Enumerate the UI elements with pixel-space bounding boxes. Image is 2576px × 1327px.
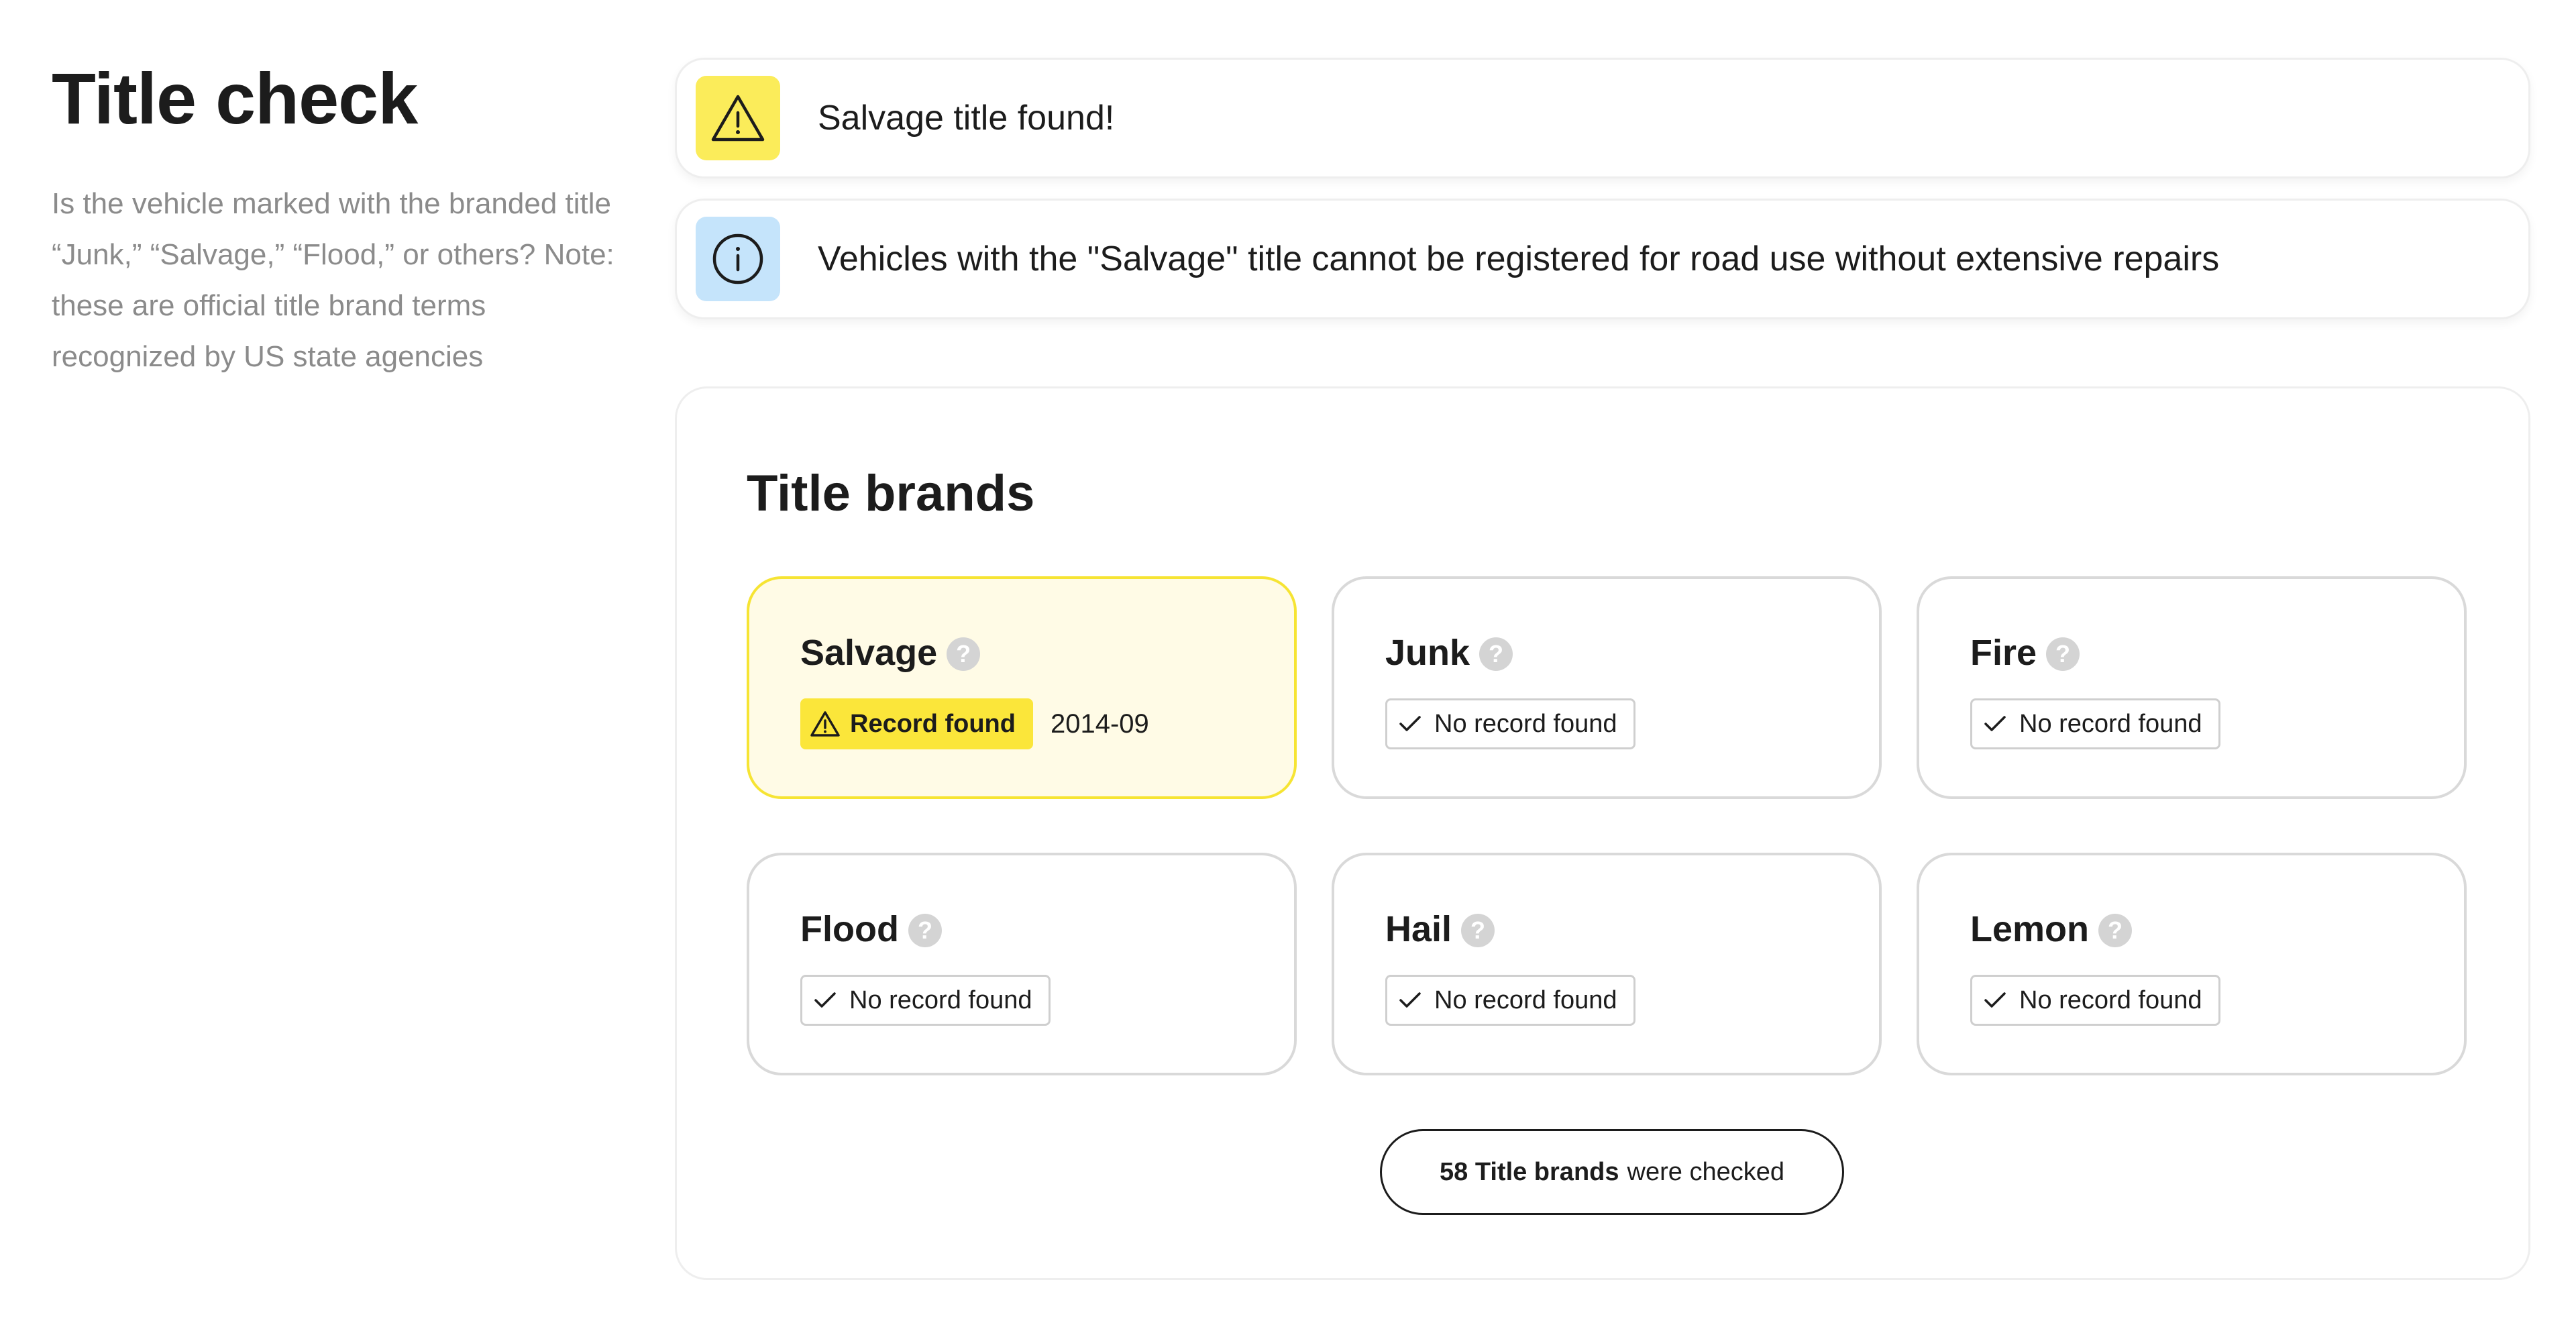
status-badge: No record found bbox=[1970, 975, 2220, 1026]
status-label: Record found bbox=[850, 709, 1016, 738]
alert-text: Salvage title found! bbox=[818, 99, 1115, 138]
intro-section: Title check Is the vehicle marked with t… bbox=[52, 55, 615, 382]
checkmark-icon bbox=[813, 990, 837, 1010]
status-label: No record found bbox=[1434, 986, 1617, 1014]
status-label: No record found bbox=[849, 986, 1032, 1014]
status-label: No record found bbox=[2019, 709, 2202, 738]
brand-name: Fire bbox=[1970, 633, 2037, 673]
brand-card-lemon: Lemon ? No record found bbox=[1917, 853, 2467, 1075]
help-icon[interactable]: ? bbox=[2046, 637, 2080, 671]
help-icon[interactable]: ? bbox=[1461, 914, 1495, 947]
brand-name: Flood bbox=[800, 909, 899, 949]
status-badge: No record found bbox=[800, 975, 1051, 1026]
help-icon[interactable]: ? bbox=[908, 914, 942, 947]
status-badge: No record found bbox=[1385, 975, 1635, 1026]
help-icon[interactable]: ? bbox=[947, 637, 981, 671]
brands-checked-button[interactable]: 58 Title brands were checked bbox=[1380, 1129, 1844, 1215]
brand-name: Salvage bbox=[800, 633, 938, 673]
checkmark-icon bbox=[1398, 714, 1422, 734]
brands-checked-label: were checked bbox=[1627, 1157, 1784, 1186]
info-circle-icon bbox=[696, 217, 780, 301]
checkmark-icon bbox=[1398, 990, 1422, 1010]
brand-card-flood: Flood ? No record found bbox=[747, 853, 1297, 1075]
brand-name: Junk bbox=[1385, 633, 1470, 673]
section-title: Title brands bbox=[747, 465, 1035, 522]
help-icon[interactable]: ? bbox=[2098, 914, 2133, 947]
title-brands-panel: Title brands Salvage ? Record found 2014… bbox=[675, 386, 2530, 1280]
brand-name: Lemon bbox=[1970, 909, 2090, 949]
checkmark-icon bbox=[1983, 990, 2007, 1010]
salvage-alert: Salvage title found! bbox=[675, 58, 2530, 178]
warning-triangle-icon bbox=[810, 710, 841, 738]
brand-card-hail: Hail ? No record found bbox=[1332, 853, 1882, 1075]
brand-card-salvage: Salvage ? Record found 2014-09 bbox=[747, 576, 1297, 799]
status-label: No record found bbox=[1434, 709, 1617, 738]
registration-info-alert: Vehicles with the "Salvage" title cannot… bbox=[675, 199, 2530, 319]
warning-triangle-icon bbox=[696, 76, 780, 160]
status-badge: Record found bbox=[800, 698, 1033, 749]
status-badge: No record found bbox=[1970, 698, 2220, 749]
brands-checked-count: 58 Title brands bbox=[1440, 1157, 1619, 1186]
brand-grid: Salvage ? Record found 2014-09 Junk ? No… bbox=[747, 576, 2467, 1075]
checkmark-icon bbox=[1983, 714, 2007, 734]
alert-text: Vehicles with the "Salvage" title cannot… bbox=[818, 240, 2220, 278]
brand-name: Hail bbox=[1385, 909, 1452, 949]
help-icon[interactable]: ? bbox=[1479, 637, 1513, 671]
page-title: Title check bbox=[52, 58, 418, 139]
brand-card-junk: Junk ? No record found bbox=[1332, 576, 1882, 799]
page-description: Is the vehicle marked with the branded t… bbox=[52, 187, 614, 373]
status-badge: No record found bbox=[1385, 698, 1635, 749]
brand-card-fire: Fire ? No record found bbox=[1917, 576, 2467, 799]
record-date: 2014-09 bbox=[1050, 708, 1149, 739]
status-label: No record found bbox=[2019, 986, 2202, 1014]
